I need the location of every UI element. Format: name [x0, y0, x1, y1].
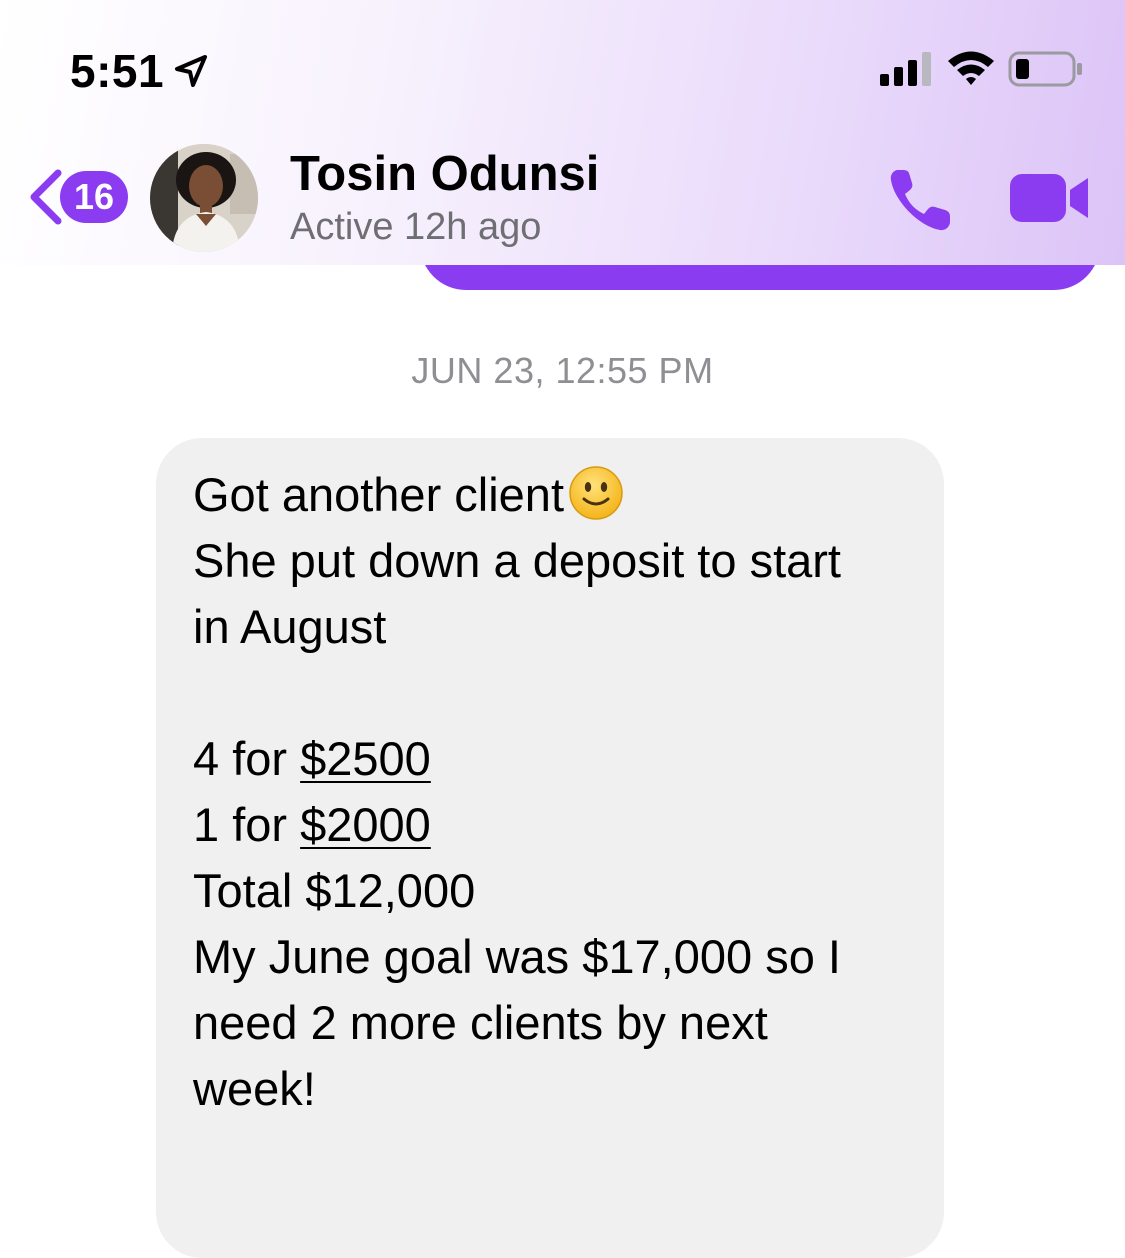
- location-arrow-icon: [175, 55, 207, 87]
- message-text-line8: need 2 more clients by next: [193, 996, 768, 1049]
- unread-count-badge[interactable]: 16: [60, 171, 128, 223]
- amount-link[interactable]: $2000: [300, 798, 431, 851]
- message-line: 4 for $2500: [193, 726, 923, 792]
- status-time: 5:51: [70, 45, 165, 97]
- avatar-photo: [150, 144, 258, 252]
- slightly-smiling-face-emoji-icon: [569, 466, 623, 520]
- battery-icon: [1008, 51, 1082, 87]
- message-text: Got another client She put down a deposi…: [193, 462, 923, 1122]
- message-text-line2: She put down a deposit to start: [193, 534, 841, 587]
- cellular-signal-icon: [880, 52, 931, 86]
- contact-active-status: Active 12h ago: [290, 206, 542, 248]
- message-text-line4-prefix: 4 for: [193, 732, 301, 785]
- message-line: 1 for $2000: [193, 792, 923, 858]
- message-line: Got another client: [193, 462, 923, 528]
- message-text-line7: My June goal was $17,000 so I: [193, 930, 841, 983]
- phone-call-icon[interactable]: [884, 164, 956, 236]
- message-text-line1: Got another client: [193, 468, 564, 521]
- chat-header: 5:51 16 Tosin Odunsi Active 12h ago: [0, 0, 1125, 265]
- message-text-line5-prefix: 1 for: [193, 798, 301, 851]
- wifi-icon: [948, 51, 994, 85]
- message-text-line9: week!: [193, 1062, 316, 1115]
- amount-link[interactable]: $2500: [300, 732, 431, 785]
- contact-avatar[interactable]: [150, 144, 258, 252]
- status-bar: 5:51: [0, 0, 1125, 130]
- message-text-line6: Total $12,000: [193, 864, 476, 917]
- message-text-line3: in August: [193, 600, 387, 653]
- contact-name[interactable]: Tosin Odunsi: [290, 146, 599, 202]
- video-call-icon[interactable]: [1008, 168, 1092, 228]
- message-timestamp: JUN 23, 12:55 PM: [411, 350, 714, 391]
